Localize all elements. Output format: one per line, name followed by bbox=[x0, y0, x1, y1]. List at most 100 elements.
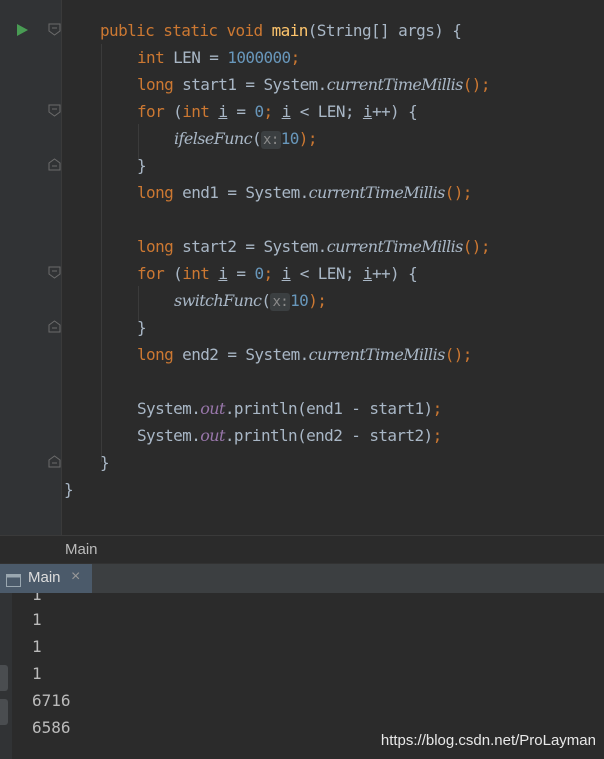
application-window-icon bbox=[6, 572, 21, 587]
number-literal: 10 bbox=[290, 291, 309, 310]
number-literal: 10 bbox=[280, 129, 300, 148]
closing-brace: } bbox=[137, 156, 147, 175]
code-line[interactable]: long end2 = System.currentTimeMillis(); bbox=[137, 341, 472, 368]
static-method-call: ifelseFunc bbox=[174, 129, 253, 148]
code-line[interactable]: System.out.println(end2 - start2); bbox=[137, 422, 442, 449]
code-text: end2 = System. bbox=[182, 345, 309, 364]
keyword: for bbox=[137, 264, 174, 283]
keyword: long bbox=[137, 183, 183, 202]
loop-variable: i bbox=[362, 102, 373, 121]
keyword: public static void bbox=[100, 21, 272, 40]
code-line[interactable]: for (int i = 0; i < LEN; i++) { bbox=[137, 260, 418, 287]
close-icon[interactable]: × bbox=[71, 568, 80, 586]
code-line[interactable]: switchFunc(x: 10); bbox=[174, 287, 327, 314]
code-line[interactable]: int LEN = 1000000; bbox=[137, 44, 300, 71]
code-line[interactable]: public static void main(String[] args) { bbox=[100, 17, 462, 44]
semicolon: ; bbox=[290, 48, 301, 67]
code-line[interactable]: System.out.println(end1 - start1); bbox=[137, 395, 442, 422]
code-line[interactable]: long start1 = System.currentTimeMillis()… bbox=[137, 71, 490, 98]
fold-marker-icon[interactable] bbox=[48, 266, 61, 279]
console-tool-button[interactable] bbox=[0, 699, 8, 725]
code-line[interactable]: long start2 = System.currentTimeMillis()… bbox=[137, 233, 490, 260]
code-text: start1 = System. bbox=[182, 75, 327, 94]
code-text: .println(end2 - start2) bbox=[224, 426, 433, 445]
code-text: ( bbox=[261, 291, 271, 310]
code-text: end1 = System. bbox=[182, 183, 309, 202]
code-text: (String[] args) { bbox=[307, 21, 462, 40]
fold-marker-icon[interactable] bbox=[48, 104, 61, 117]
code-line[interactable]: for (int i = 0; i < LEN; i++) { bbox=[137, 98, 418, 125]
code-punct: (); bbox=[462, 237, 491, 256]
keyword: int bbox=[182, 264, 219, 283]
code-line[interactable]: ifelseFunc(x: 10); bbox=[174, 125, 317, 152]
closing-brace: } bbox=[64, 480, 74, 499]
output-line: 1 bbox=[32, 637, 42, 656]
fold-end-icon[interactable] bbox=[48, 320, 61, 333]
code-text: ( bbox=[173, 102, 183, 121]
code-line[interactable]: } bbox=[137, 314, 147, 341]
output-line: 6586 bbox=[32, 718, 71, 737]
breadcrumb-item[interactable]: Main bbox=[65, 541, 98, 558]
keyword: long bbox=[137, 237, 183, 256]
code-text: System. bbox=[137, 399, 201, 418]
breadcrumb[interactable]: Main bbox=[0, 535, 604, 563]
code-text: start2 = System. bbox=[182, 237, 327, 256]
loop-variable: i bbox=[281, 102, 292, 121]
code-editor[interactable]: public static void main(String[] args) {… bbox=[0, 0, 604, 535]
output-line: 1 bbox=[32, 593, 42, 604]
code-punct: ; bbox=[263, 264, 282, 283]
code-punct: ); bbox=[298, 129, 318, 148]
static-method-call: switchFunc bbox=[174, 291, 262, 310]
number-literal: 0 bbox=[254, 264, 264, 283]
code-text: System. bbox=[137, 426, 201, 445]
watermark: https://blog.csdn.net/ProLayman bbox=[380, 732, 596, 749]
run-triangle-icon[interactable] bbox=[15, 22, 29, 36]
tab-run-main[interactable]: Main × bbox=[0, 564, 92, 593]
code-line[interactable]: } bbox=[137, 152, 147, 179]
keyword: for bbox=[137, 102, 174, 121]
closing-brace: } bbox=[100, 453, 110, 472]
closing-brace: } bbox=[137, 318, 147, 337]
code-punct: ; bbox=[432, 399, 443, 418]
static-field: out bbox=[200, 399, 225, 418]
output-line: 6716 bbox=[32, 691, 71, 710]
code-line[interactable]: } bbox=[64, 476, 74, 503]
keyword: long bbox=[137, 75, 183, 94]
code-punct: (); bbox=[462, 75, 491, 94]
code-text: < LEN; bbox=[290, 102, 363, 121]
fold-end-icon[interactable] bbox=[48, 158, 61, 171]
code-punct: ; bbox=[432, 426, 443, 445]
fold-end-icon[interactable] bbox=[48, 455, 61, 468]
fold-marker-icon[interactable] bbox=[48, 23, 61, 36]
console-toolbar bbox=[0, 593, 12, 759]
keyword: long bbox=[137, 345, 183, 364]
loop-variable: i bbox=[281, 264, 292, 283]
static-method-call: currentTimeMillis bbox=[308, 345, 446, 364]
output-line: 1 bbox=[32, 610, 42, 629]
console-tool-button[interactable] bbox=[0, 665, 8, 691]
loop-variable: i bbox=[362, 264, 373, 283]
code-text: = bbox=[227, 102, 255, 121]
code-line[interactable]: long end1 = System.currentTimeMillis(); bbox=[137, 179, 472, 206]
code-punct: ); bbox=[308, 291, 327, 310]
number-literal: 0 bbox=[254, 102, 264, 121]
method-name: main bbox=[271, 21, 309, 40]
code-text: .println(end1 - start1) bbox=[224, 399, 433, 418]
code-text: = bbox=[227, 264, 255, 283]
code-text: LEN = bbox=[173, 48, 228, 67]
code-text: ++) { bbox=[371, 102, 418, 121]
static-method-call: currentTimeMillis bbox=[308, 183, 446, 202]
parameter-hint: x: bbox=[261, 131, 281, 149]
code-punct: (); bbox=[444, 183, 473, 202]
keyword: int bbox=[182, 102, 219, 121]
output-line: 1 bbox=[32, 664, 42, 683]
code-text: ++) { bbox=[371, 264, 418, 283]
keyword: int bbox=[137, 48, 174, 67]
code-line[interactable]: } bbox=[100, 449, 110, 476]
editor-gutter[interactable] bbox=[0, 0, 62, 535]
code-punct: ; bbox=[263, 102, 282, 121]
code-text: < LEN; bbox=[290, 264, 363, 283]
indent-guide bbox=[101, 44, 102, 462]
tab-label: Main bbox=[28, 569, 61, 586]
code-text: ( bbox=[173, 264, 183, 283]
